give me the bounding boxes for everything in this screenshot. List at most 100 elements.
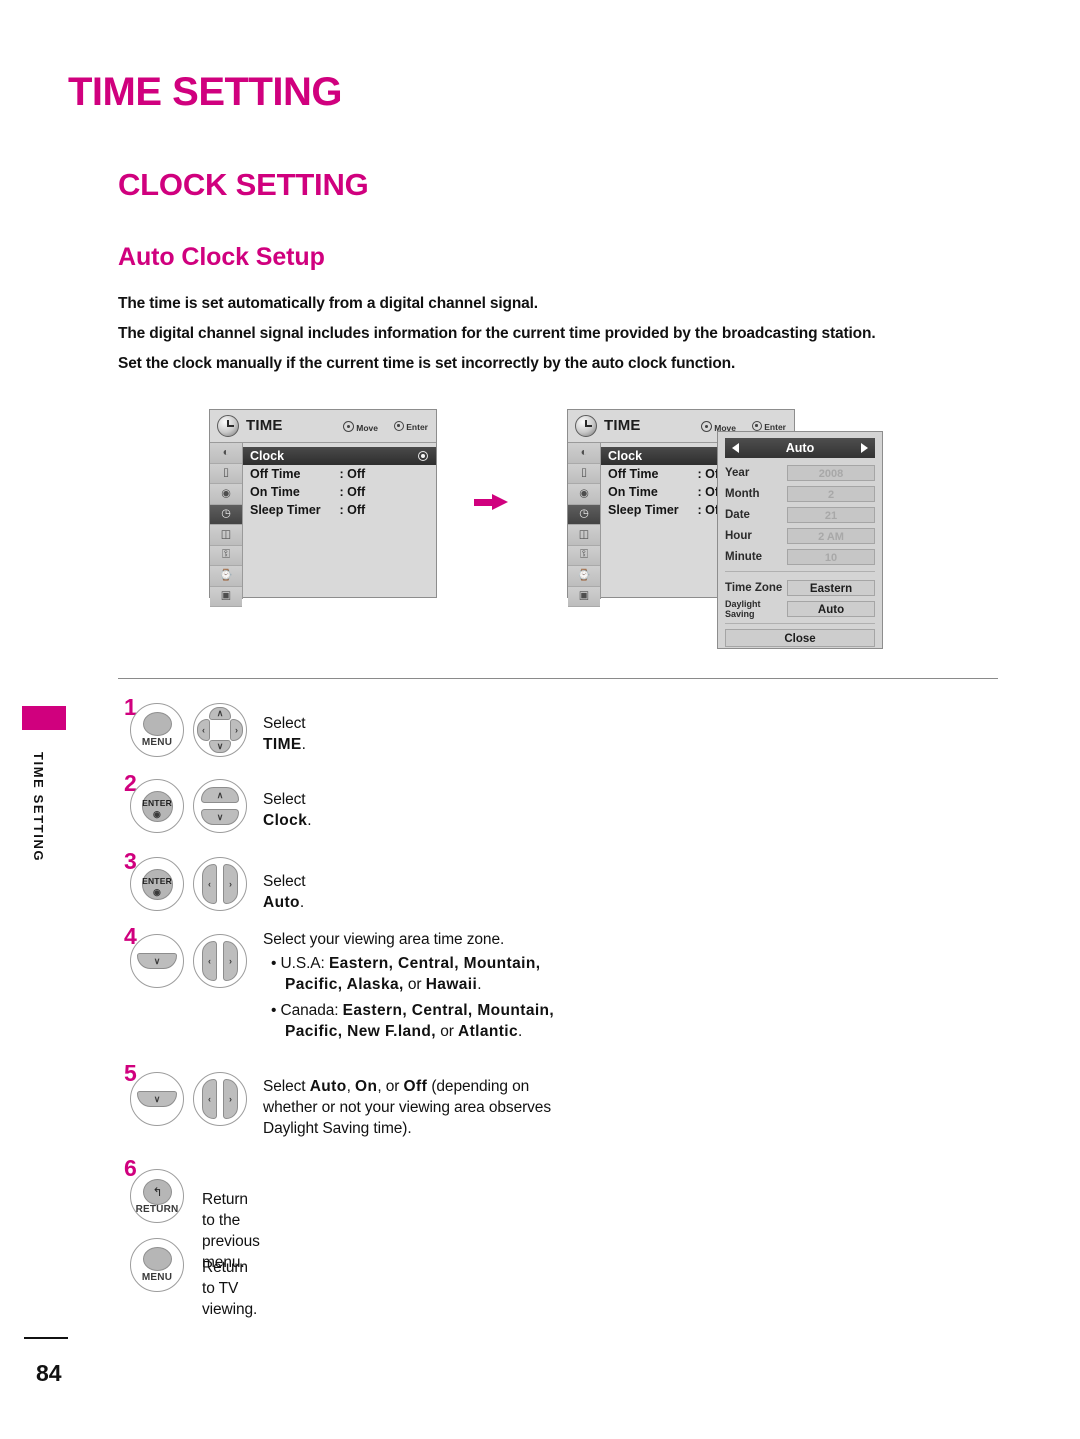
enter-dot-icon	[394, 421, 405, 431]
return-button[interactable]: ↰ RETURN	[130, 1169, 184, 1223]
rail-option-icon[interactable]: ◫	[210, 525, 242, 546]
intro-paragraphs: The time is set automatically from a dig…	[118, 294, 998, 384]
content-separator	[118, 678, 998, 679]
nav-pad-leftright-3[interactable]: ‹ ›	[193, 857, 247, 911]
step-4-usa-last: Hawaii	[425, 976, 478, 993]
section-title: CLOCK SETTING	[118, 167, 369, 202]
osd-row-off-time-value: : Off	[339, 467, 366, 481]
field-hour-value[interactable]: 2 AM	[787, 527, 875, 544]
field-daylight-saving-value[interactable]: Auto	[787, 600, 875, 617]
step-4-usa-line-2: Pacific, Alaska, or Hawaii.	[263, 974, 683, 995]
step-5-sep1: ,	[346, 1078, 356, 1095]
step-5-text: Select Auto, On, or Off (depending on wh…	[263, 1076, 623, 1139]
menu-button-1[interactable]: MENU	[130, 703, 184, 757]
field-daylight-saving-label: Daylight Saving	[725, 599, 787, 619]
field-year-value[interactable]: 2008	[787, 464, 875, 481]
nav-pad-leftright-5[interactable]: ‹ ›	[193, 1072, 247, 1126]
osd-row-clock[interactable]: Clock	[243, 447, 436, 465]
nav-pad-down-4[interactable]: ∨	[130, 934, 184, 988]
enter-dot-icon-2	[752, 421, 763, 431]
rail-usb-icon[interactable]: ▣	[210, 586, 242, 607]
rail-input-icon-2[interactable]: ⌚	[568, 566, 600, 587]
step-4-text: Select your viewing area time zone. • U.…	[263, 929, 683, 1042]
step-1-prefix: Select	[263, 715, 306, 732]
auto-mode-selector[interactable]: Auto	[725, 438, 875, 458]
nav-right-1[interactable]: ›	[230, 719, 243, 741]
rail-input-icon[interactable]: ⌚	[210, 566, 242, 587]
nav-down-4[interactable]: ∨	[137, 953, 177, 969]
osd-row-clock-label: Clock	[250, 449, 285, 463]
nav-pad-down-5[interactable]: ∨	[130, 1072, 184, 1126]
nav-down-5[interactable]: ∨	[137, 1091, 177, 1107]
field-date-label: Date	[725, 508, 750, 521]
daylight-label-line2: Saving	[725, 608, 755, 619]
nav-down-2[interactable]: ∨	[201, 809, 239, 825]
menu-button-1-label: MENU	[141, 737, 173, 748]
enter-button-3[interactable]: ENTER ◉	[130, 857, 184, 911]
step-5-prefix: Select	[263, 1078, 310, 1095]
field-month-value[interactable]: 2	[787, 485, 875, 502]
nav-left-5[interactable]: ‹	[202, 1079, 217, 1119]
rail-audio-icon[interactable]: ◉	[210, 484, 242, 505]
step-1-suffix: .	[301, 736, 306, 753]
nav-right-5[interactable]: ›	[223, 1079, 238, 1119]
step-3-prefix: Select	[263, 873, 306, 890]
step-5-line-1: Select Auto, On, or Off (depending on	[263, 1076, 623, 1097]
nav-down-1[interactable]: ∨	[209, 740, 231, 753]
rail-time-icon-2[interactable]: ◷	[568, 504, 600, 525]
close-button[interactable]: Close	[725, 629, 875, 647]
step-4-usa-zones: Eastern, Central, Mountain,	[328, 955, 541, 972]
rail-screen-icon-2[interactable]: ▯	[568, 463, 600, 484]
osd-row-off-time[interactable]: Off Time : Off	[243, 465, 436, 483]
nav-right-4[interactable]: ›	[223, 941, 238, 981]
page-title: TIME SETTING	[68, 70, 343, 114]
osd-row-sleep-timer[interactable]: Sleep Timer : Off	[243, 501, 436, 519]
osd-hint-move-label: Move	[356, 423, 378, 433]
rail-lock-icon[interactable]: ⚿	[210, 545, 242, 566]
field-month: Month 2	[725, 483, 875, 504]
rail-usb-icon-2[interactable]: ▣	[568, 586, 600, 607]
next-arrow-icon[interactable]	[861, 443, 868, 453]
osd-row-clock-label-2: Clock	[608, 449, 643, 463]
field-time-zone-value[interactable]: Eastern	[787, 579, 875, 596]
nav-right-3[interactable]: ›	[223, 864, 238, 904]
rail-audio-icon-2[interactable]: ◉	[568, 484, 600, 505]
rail-lock-icon-2[interactable]: ⚿	[568, 545, 600, 566]
step-5-line-3: Daylight Saving time).	[263, 1120, 412, 1137]
rail-option-icon-2[interactable]: ◫	[568, 525, 600, 546]
nav-left-1[interactable]: ‹	[197, 719, 210, 741]
nav-pad-updown-2[interactable]: ∧ ∨	[193, 779, 247, 833]
nav-left-4[interactable]: ‹	[202, 941, 217, 981]
osd-row-on-time[interactable]: On Time : Off	[243, 483, 436, 501]
rail-picture-icon-2[interactable]: ◐	[568, 443, 600, 464]
menu-button-2[interactable]: MENU	[130, 1238, 184, 1292]
osd-hint-move: Move	[343, 421, 378, 433]
osd-title-2: TIME	[604, 417, 641, 434]
step-4-usa-end: .	[477, 976, 482, 993]
field-minute: Minute 10	[725, 546, 875, 567]
popup-divider-1	[725, 571, 875, 572]
page-number: 84	[36, 1360, 62, 1386]
step-5-opt3: Off	[403, 1078, 428, 1095]
step-3-suffix: .	[299, 894, 305, 911]
step-1-bold: TIME	[263, 736, 302, 753]
move-icon	[343, 421, 355, 432]
field-time-zone: Time Zone Eastern	[725, 577, 875, 598]
field-minute-value[interactable]: 10	[787, 548, 875, 565]
nav-pad-4way-1[interactable]: ∧ ∨ ‹ ›	[193, 703, 247, 757]
nav-up-2[interactable]: ∧	[201, 787, 239, 803]
enter-button-3-label: ENTER	[142, 876, 172, 886]
field-date-value[interactable]: 21	[787, 506, 875, 523]
rail-screen-icon[interactable]: ▯	[210, 463, 242, 484]
nav-up-1[interactable]: ∧	[209, 707, 231, 720]
step-5-sep2: , or	[377, 1078, 404, 1095]
rail-time-icon[interactable]: ◷	[210, 504, 242, 525]
nav-pad-leftright-4[interactable]: ‹ ›	[193, 934, 247, 988]
osd-icon-rail: ◐ ▯ ◉ ◷ ◫ ⚿ ⌚ ▣	[210, 443, 243, 607]
rail-picture-icon[interactable]: ◐	[210, 443, 242, 464]
enter-button-2[interactable]: ENTER ◉	[130, 779, 184, 833]
nav-left-3[interactable]: ‹	[202, 864, 217, 904]
prev-arrow-icon[interactable]	[732, 443, 739, 453]
footer-rule	[24, 1337, 68, 1339]
step-2-prefix: Select	[263, 791, 306, 808]
